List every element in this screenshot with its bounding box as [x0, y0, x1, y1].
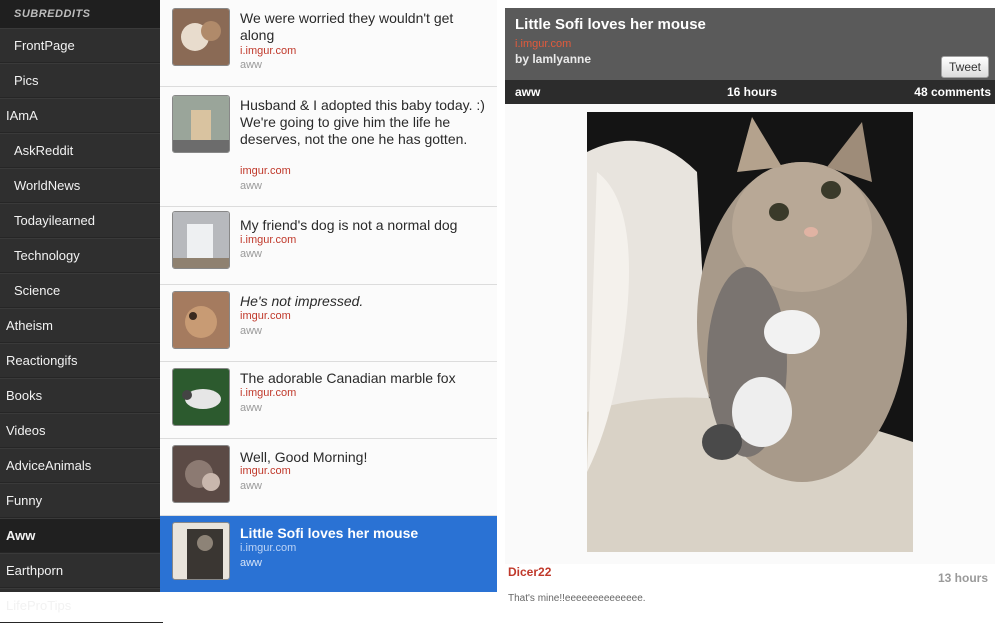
post-domain: i.imgur.com [240, 234, 297, 246]
subreddit-sidebar: SUBREDDITS FrontPage Pics IAmA AskReddit… [0, 0, 164, 623]
sidebar-item-frontpage[interactable]: FrontPage [0, 28, 163, 63]
post-item[interactable]: The adorable Canadian marble fox i.imgur… [160, 362, 497, 439]
detail-author: by lamlyanne [515, 52, 592, 66]
detail-image-area [505, 104, 995, 564]
sidebar-item-pics[interactable]: Pics [0, 63, 163, 98]
sidebar-item-adviceanimals[interactable]: AdviceAnimals [0, 448, 163, 483]
thumbnail-image-icon [173, 523, 229, 579]
sidebar-item-iama[interactable]: IAmA [0, 98, 163, 133]
sidebar-item-reactiongifs[interactable]: Reactiongifs [0, 343, 163, 378]
sidebar-item-atheism[interactable]: Atheism [0, 308, 163, 343]
sidebar-header: SUBREDDITS [0, 0, 163, 28]
detail-meta-bar: aww 16 hours 48 comments [505, 80, 995, 104]
post-domain: imgur.com [240, 165, 291, 177]
post-title[interactable]: Husband & I adopted this baby today. :) … [240, 97, 489, 148]
post-thumbnail[interactable] [172, 8, 230, 66]
post-item[interactable]: My friend's dog is not a normal dog i.im… [160, 207, 497, 285]
post-domain: i.imgur.com [240, 542, 297, 554]
sidebar-item-aww[interactable]: Aww [0, 518, 163, 553]
tweet-button[interactable]: Tweet [941, 56, 989, 78]
post-thumbnail[interactable] [172, 445, 230, 503]
post-subreddit: aww [240, 248, 263, 260]
post-subreddit: aww [240, 557, 263, 569]
post-title[interactable]: The adorable Canadian marble fox [240, 370, 489, 387]
sidebar-item-earthporn[interactable]: Earthporn [0, 553, 163, 588]
post-item[interactable]: Husband & I adopted this baby today. :) … [160, 87, 497, 207]
sidebar-item-askreddit[interactable]: AskReddit [0, 133, 163, 168]
detail-age: 16 hours [727, 85, 778, 99]
sidebar-item-worldnews[interactable]: WorldNews [0, 168, 163, 203]
post-domain: i.imgur.com [240, 387, 297, 399]
sidebar-item-lifeprotips[interactable]: LifeProTips [0, 588, 163, 623]
post-subreddit: aww [240, 59, 263, 71]
post-item[interactable]: He's not impressed. imgur.com aww [160, 285, 497, 362]
thumbnail-image-icon [173, 369, 229, 425]
post-title[interactable]: We were worried they wouldn't get along [240, 10, 489, 44]
comment-text: That's mine!!eeeeeeeeeeeeee. [508, 593, 646, 604]
detail-subreddit[interactable]: aww [515, 85, 540, 99]
post-domain: i.imgur.com [240, 45, 297, 57]
post-list: We were worried they wouldn't get along … [160, 0, 497, 592]
post-title[interactable]: My friend's dog is not a normal dog [240, 217, 489, 234]
thumbnail-image-icon [173, 292, 229, 348]
sidebar-item-science[interactable]: Science [0, 273, 163, 308]
post-thumbnail[interactable] [172, 368, 230, 426]
sidebar-item-videos[interactable]: Videos [0, 413, 163, 448]
detail-domain[interactable]: i.imgur.com [515, 38, 571, 50]
thumbnail-image-icon [173, 446, 229, 502]
sidebar-item-todayilearned[interactable]: Todayilearned [0, 203, 163, 238]
post-item-selected[interactable]: Little Sofi loves her mouse i.imgur.com … [160, 516, 497, 592]
post-subreddit: aww [240, 325, 263, 337]
post-item[interactable]: We were worried they wouldn't get along … [160, 0, 497, 87]
post-domain: imgur.com [240, 310, 291, 322]
post-title[interactable]: He's not impressed. [240, 293, 489, 310]
post-title[interactable]: Little Sofi loves her mouse [240, 525, 489, 542]
sidebar-item-books[interactable]: Books [0, 378, 163, 413]
post-thumbnail[interactable] [172, 95, 230, 153]
post-subreddit: aww [240, 180, 263, 192]
post-detail-pane: Little Sofi loves her mouse i.imgur.com … [505, 0, 1000, 609]
post-subreddit: aww [240, 480, 263, 492]
post-thumbnail[interactable] [172, 522, 230, 580]
comment-time: 13 hours [937, 571, 988, 585]
detail-header: Little Sofi loves her mouse i.imgur.com … [505, 8, 995, 80]
kitten-photo[interactable] [587, 112, 913, 552]
post-title[interactable]: Well, Good Morning! [240, 449, 489, 466]
post-domain: imgur.com [240, 465, 291, 477]
post-thumbnail[interactable] [172, 291, 230, 349]
thumbnail-image-icon [173, 96, 229, 152]
thumbnail-image-icon [173, 9, 229, 65]
thumbnail-image-icon [173, 212, 229, 268]
post-subreddit: aww [240, 402, 263, 414]
sidebar-item-funny[interactable]: Funny [0, 483, 163, 518]
detail-title[interactable]: Little Sofi loves her mouse [515, 16, 706, 33]
detail-comments-link[interactable]: 48 comments [914, 85, 991, 99]
post-thumbnail[interactable] [172, 211, 230, 269]
sidebar-item-technology[interactable]: Technology [0, 238, 163, 273]
comment-author[interactable]: Dicer22 [508, 565, 551, 579]
post-item[interactable]: Well, Good Morning! imgur.com aww [160, 439, 497, 516]
